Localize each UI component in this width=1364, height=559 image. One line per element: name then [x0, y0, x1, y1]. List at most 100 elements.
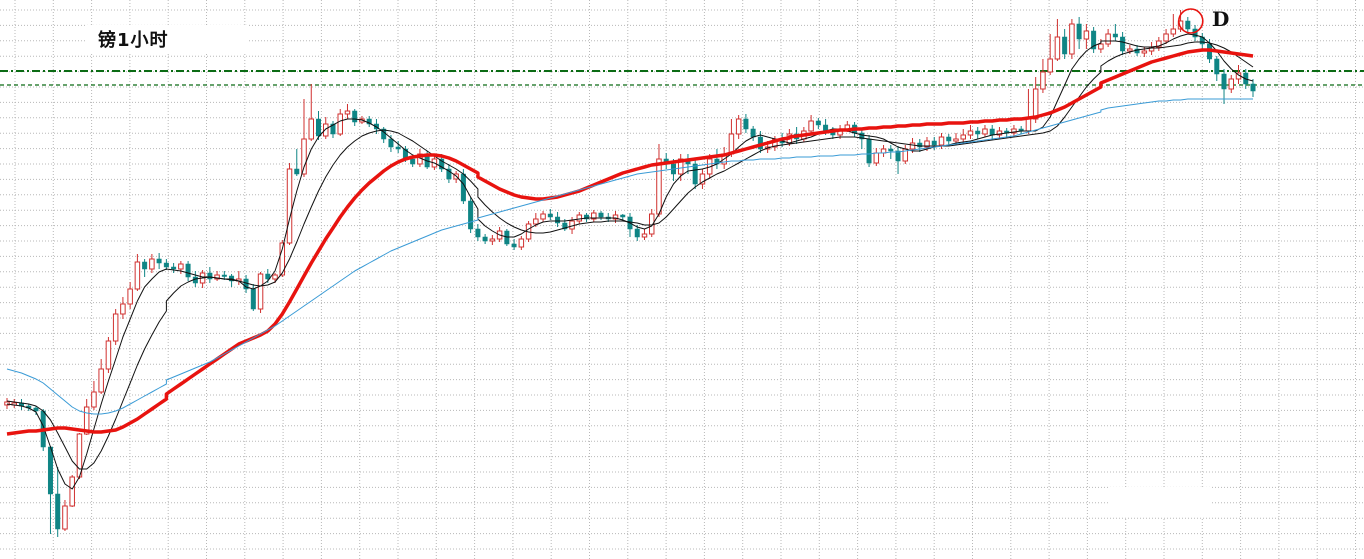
candle-body-up: [91, 391, 97, 408]
candle-body-up: [1083, 30, 1090, 40]
candle-body-down: [815, 120, 821, 126]
candle-body-down: [555, 216, 561, 224]
candle-body-down: [410, 158, 416, 165]
candle-body-up: [1054, 36, 1061, 60]
candle-body-up: [120, 303, 126, 315]
candle-body-down: [142, 261, 148, 270]
candle-body-down: [1120, 36, 1126, 52]
candle-body-up: [576, 214, 583, 222]
candle-body-up: [808, 120, 814, 132]
candle-body-up: [967, 130, 974, 136]
candle-body-down: [1076, 23, 1082, 40]
candle-body-down: [221, 274, 227, 277]
candle-body-up: [1163, 33, 1169, 42]
candle-body-up: [149, 258, 155, 270]
candle-body-up: [257, 273, 264, 310]
candle-body-up: [938, 136, 945, 146]
candle-body-up: [953, 138, 959, 142]
candle-body-down: [975, 130, 981, 135]
candle-body-down: [250, 288, 256, 310]
candle-body-down: [750, 128, 756, 138]
candle-body-up: [1047, 58, 1053, 73]
candle-body-up: [1170, 28, 1177, 35]
candle-body-up: [301, 138, 307, 175]
candle-body-up: [1040, 71, 1046, 90]
candles: [4, 10, 1256, 537]
candle-body-up: [909, 142, 916, 150]
candle-body-up: [308, 118, 315, 140]
candle-body-up: [127, 288, 133, 305]
candle-body-up: [105, 340, 112, 370]
candle-body-up: [1025, 118, 1032, 132]
candle-body-down: [1250, 83, 1256, 92]
horizontal-levels: [0, 70, 1364, 86]
candle-body-up: [533, 218, 539, 225]
candle-body-down: [1185, 20, 1191, 30]
candle-body-up: [569, 220, 575, 230]
candle-body-down: [620, 214, 626, 218]
candle-body-down: [207, 272, 213, 280]
candle-body-up: [98, 368, 104, 393]
candle-body-down: [185, 263, 191, 278]
annotation-label-d: D: [1212, 7, 1229, 31]
candle-body-down: [598, 212, 604, 218]
candle-body-down: [294, 168, 300, 175]
candle-body-up: [540, 213, 546, 220]
candle-body-up: [1105, 33, 1111, 45]
candle-body-down: [55, 493, 61, 530]
candle-body-down: [156, 258, 162, 264]
candle-body-down: [1062, 36, 1068, 55]
candle-body-up: [518, 238, 525, 248]
candle-body-up: [735, 118, 742, 135]
candle-body-down: [468, 200, 474, 230]
candle-body-down: [866, 138, 872, 164]
candle-body-down: [316, 118, 321, 137]
candle-body-down: [475, 228, 481, 238]
candle-body-down: [33, 407, 39, 412]
candle-body-up: [982, 128, 988, 135]
candle-body-down: [692, 163, 698, 185]
candle-body-down: [888, 148, 894, 152]
candle-body-down: [163, 262, 169, 268]
candle-body-down: [989, 128, 995, 136]
candle-body-up: [337, 113, 343, 135]
candle-body-up: [112, 313, 119, 342]
candlestick-chart: D: [0, 0, 1364, 559]
candle-body-up: [272, 274, 278, 280]
candle-body-down: [482, 236, 488, 242]
candle-body-up: [1141, 50, 1148, 54]
candle-body-down: [1214, 58, 1220, 75]
candle-body-up: [1069, 23, 1075, 55]
candle-body-up: [1032, 88, 1039, 120]
candle-body-down: [395, 146, 401, 150]
candle-body-up: [344, 110, 351, 115]
candle-body-up: [69, 476, 75, 507]
candle-body-down: [946, 136, 952, 142]
chart-container: D 镑1小时: [0, 0, 1364, 559]
candle-body-down: [1221, 73, 1227, 90]
candle-body-down: [743, 118, 749, 130]
candle-body-up: [1228, 78, 1235, 90]
candle-body-up: [873, 152, 880, 164]
candle-body-up: [1098, 43, 1104, 50]
candle-body-down: [931, 140, 937, 146]
ma-line-long-thick: [6, 48, 1254, 436]
candle-body-down: [511, 243, 517, 248]
candle-body-down: [388, 138, 394, 148]
candle-body-up: [134, 261, 141, 290]
candle-body-up: [286, 168, 293, 244]
candle-body-up: [641, 233, 648, 238]
candle-body-down: [634, 228, 640, 238]
blank-label-box: [1109, 487, 1211, 517]
candle-body-up: [656, 158, 662, 215]
candle-body-up: [960, 134, 966, 140]
candle-body-down: [352, 110, 358, 123]
candle-body-up: [1127, 48, 1133, 52]
candle-body-up: [489, 238, 496, 242]
candle-body-down: [1112, 33, 1118, 38]
candle-body-down: [47, 446, 53, 495]
candle-body-down: [171, 266, 177, 270]
chart-title: 镑1小时: [98, 30, 169, 51]
candle-body-up: [62, 505, 68, 530]
candle-body-down: [547, 213, 553, 218]
